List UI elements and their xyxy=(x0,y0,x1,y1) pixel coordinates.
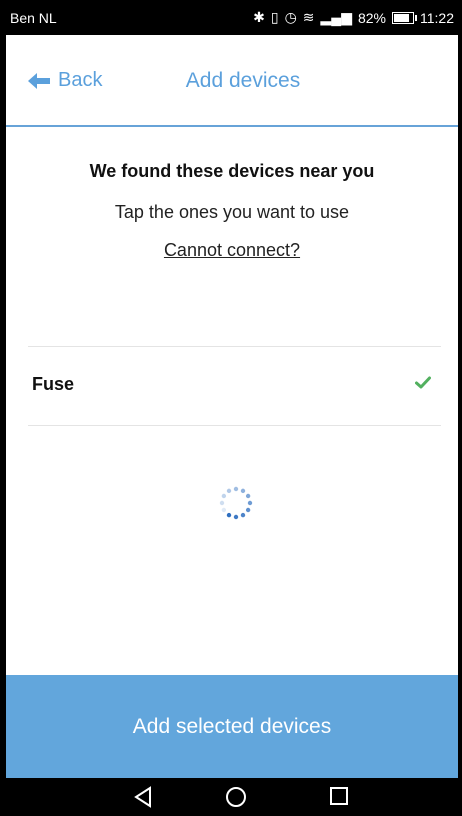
carrier-label: Ben NL xyxy=(10,10,57,26)
clock: 11:22 xyxy=(420,9,454,26)
status-icons: ✱ ▯ ◷ ≋ ▂▄▆ 82% 11:22 xyxy=(253,9,454,26)
bluetooth-icon: ✱ xyxy=(253,9,265,25)
app-header: Back Add devices xyxy=(6,35,458,127)
wifi-icon: ≋ xyxy=(302,9,315,25)
square-recents-icon[interactable] xyxy=(329,786,349,806)
found-heading: We found these devices near you xyxy=(89,161,375,181)
triangle-back-icon[interactable] xyxy=(133,786,153,808)
navigation-bar xyxy=(0,778,462,816)
spinner-dot xyxy=(233,486,239,492)
device-list-item[interactable]: Fuse xyxy=(28,346,441,426)
alarm-icon: ◷ xyxy=(284,9,297,25)
help-link-wrapper: Cannot connect? xyxy=(6,240,458,261)
app-screen: Back Add devices We found these devices … xyxy=(6,35,458,778)
circle-home-icon[interactable] xyxy=(225,786,247,808)
spinner-dot xyxy=(221,493,227,499)
spinner-dot xyxy=(240,488,246,494)
loading-spinner-icon xyxy=(219,486,253,520)
spinner-dot xyxy=(221,507,227,513)
status-bar: Ben NL ✱ ▯ ◷ ≋ ▂▄▆ 82% 11:22 xyxy=(0,0,462,35)
battery-icon xyxy=(392,11,417,24)
spinner-dot xyxy=(219,500,225,506)
vibrate-icon: ▯ xyxy=(270,9,279,25)
cannot-connect-link[interactable]: Cannot connect? xyxy=(164,240,300,260)
spinner-dot xyxy=(240,512,246,518)
spinner-dot xyxy=(226,488,232,494)
spinner-dot xyxy=(247,500,253,506)
device-name: Fuse xyxy=(32,374,75,394)
spinner-dot xyxy=(226,512,232,518)
spinner-dot xyxy=(245,507,251,513)
battery-percent: 82% xyxy=(357,9,386,26)
spinner-dot xyxy=(233,514,239,520)
add-selected-devices-button[interactable]: Add selected devices xyxy=(6,675,458,778)
instruction-text: Tap the ones you want to use xyxy=(114,202,350,222)
page-title: Add devices xyxy=(185,69,301,92)
spinner-dot xyxy=(245,493,251,499)
signal-icon: ▂▄▆ xyxy=(320,9,352,25)
check-icon xyxy=(415,376,431,389)
